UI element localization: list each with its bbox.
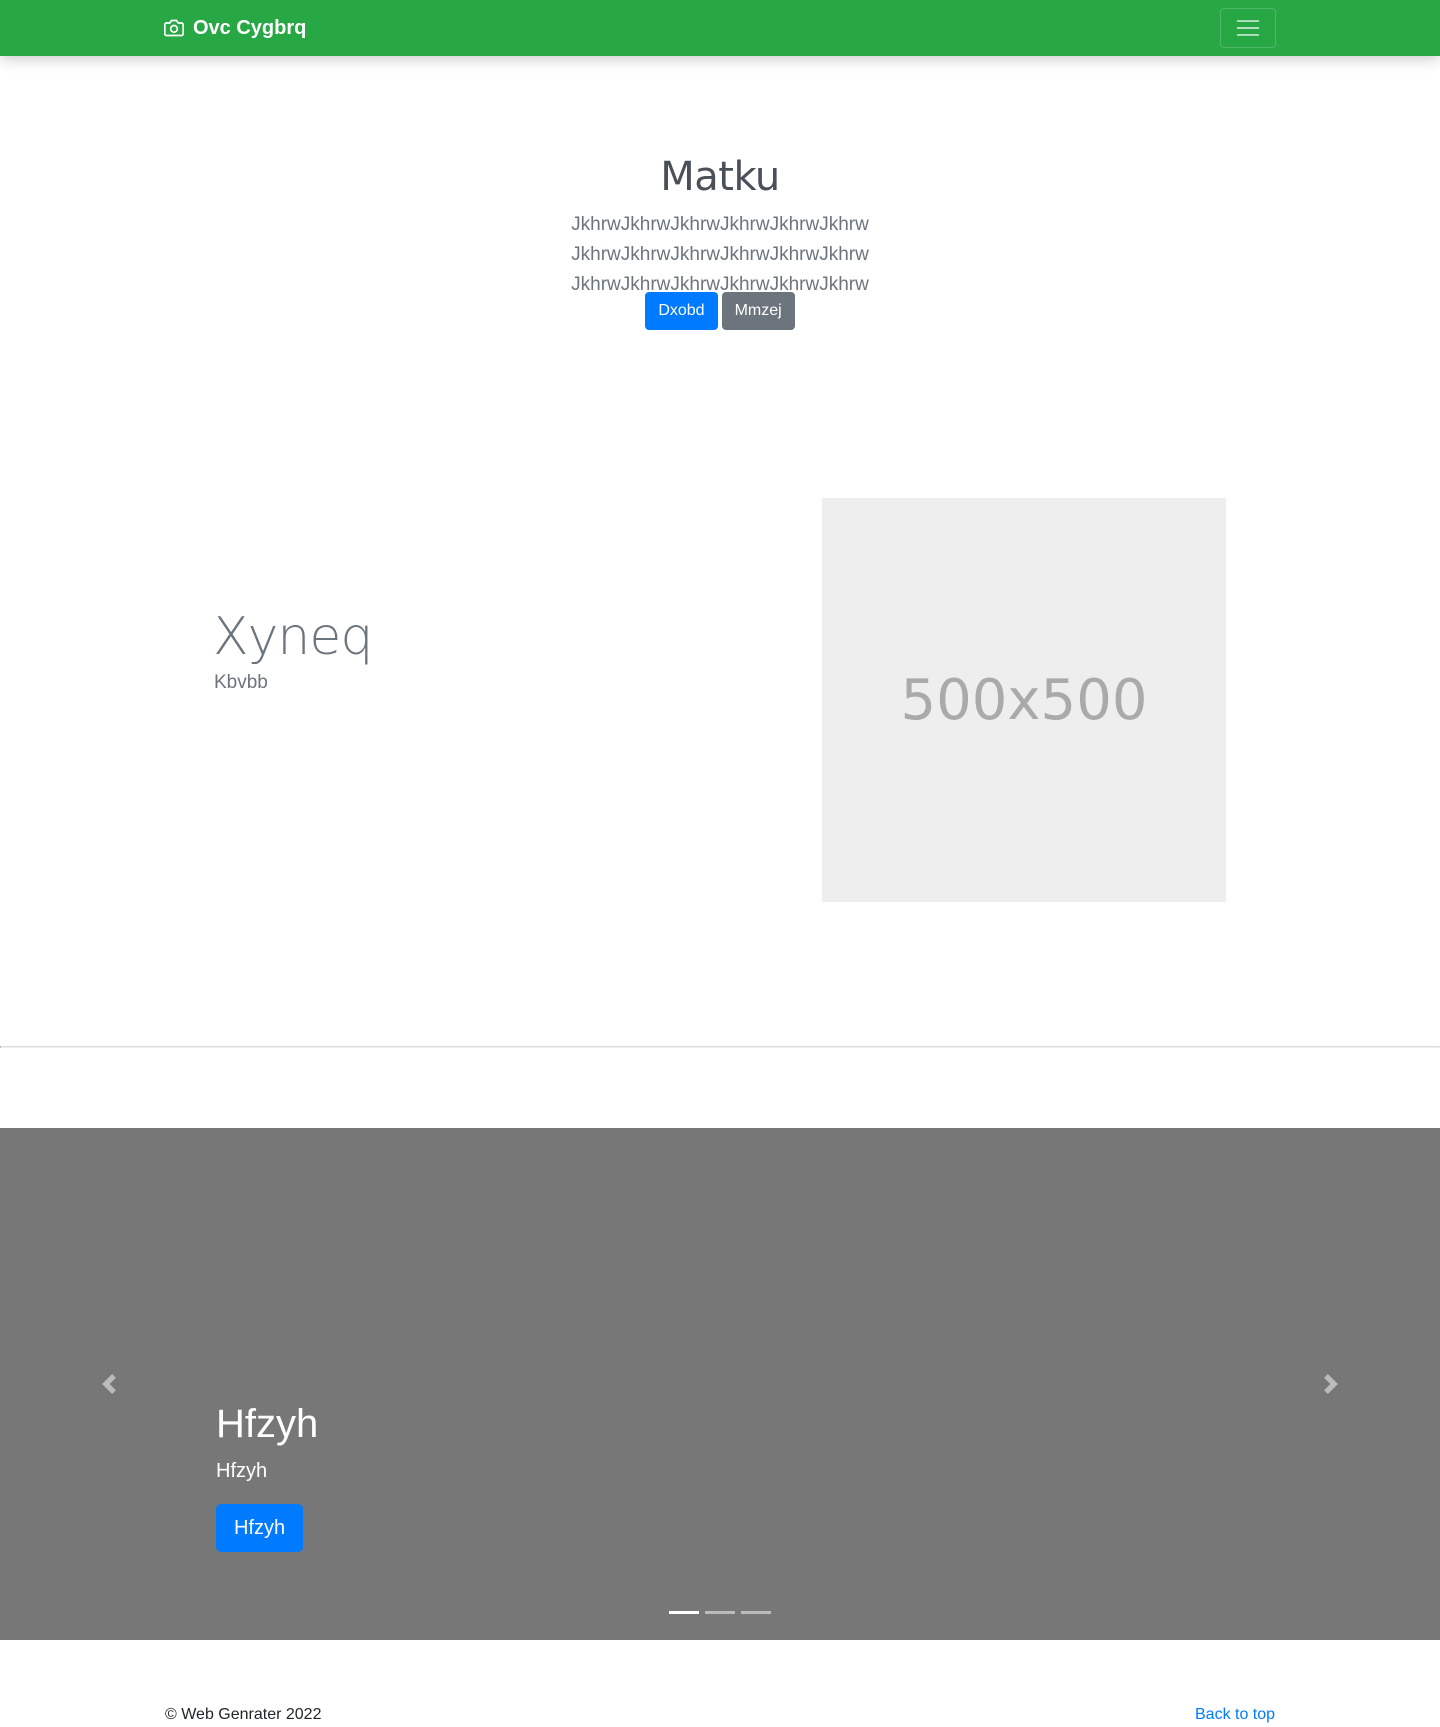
carousel: Hfzyh Hfzyh Hfzyh — [0, 1128, 1440, 1640]
carousel-next-button[interactable] — [1266, 1128, 1396, 1640]
carousel-caption-button[interactable]: Hfzyh — [216, 1504, 304, 1552]
feature-image-placeholder: 500x500 — [822, 498, 1226, 902]
back-to-top-link[interactable]: Back to top — [1195, 1706, 1275, 1724]
hero-lead: JkhrwJkhrwJkhrwJkhrwJkhrwJkhrw JkhrwJkhr… — [571, 214, 869, 295]
carousel-caption-title: Hfzyh — [216, 1402, 319, 1446]
hero-secondary-button[interactable]: Mmzej — [721, 292, 795, 330]
placeholder-label: 500x500 — [900, 667, 1148, 733]
carousel-indicators — [0, 1611, 1440, 1614]
brand-name: Ovc Cygbrq — [193, 16, 307, 39]
brand-link[interactable]: Ovc Cygbrq — [164, 14, 306, 42]
hero-primary-button[interactable]: Dxobd — [645, 292, 718, 330]
hero-title: Matku — [660, 154, 780, 200]
navbar: Ovc Cygbrq — [0, 0, 1440, 56]
hero-buttons: Dxobd Mmzej — [0, 292, 1440, 330]
hamburger-menu-icon — [1236, 20, 1260, 36]
section-divider — [0, 1046, 1440, 1048]
carousel-prev-button[interactable] — [44, 1128, 174, 1640]
carousel-caption-text: Hfzyh — [216, 1460, 268, 1482]
footer-copyright: © Web Genrater 2022 — [165, 1706, 322, 1723]
feature-heading: Xyneq — [213, 607, 373, 667]
navbar-toggler-button[interactable] — [1220, 8, 1276, 48]
chevron-left-icon — [102, 1374, 116, 1394]
carousel-indicator-2[interactable] — [705, 1611, 735, 1614]
feature-subheading: Kbvbb — [214, 672, 268, 693]
carousel-indicator-1[interactable] — [669, 1611, 699, 1614]
camera-icon — [164, 19, 184, 37]
chevron-right-icon — [1324, 1374, 1338, 1394]
carousel-indicator-3[interactable] — [741, 1611, 771, 1614]
